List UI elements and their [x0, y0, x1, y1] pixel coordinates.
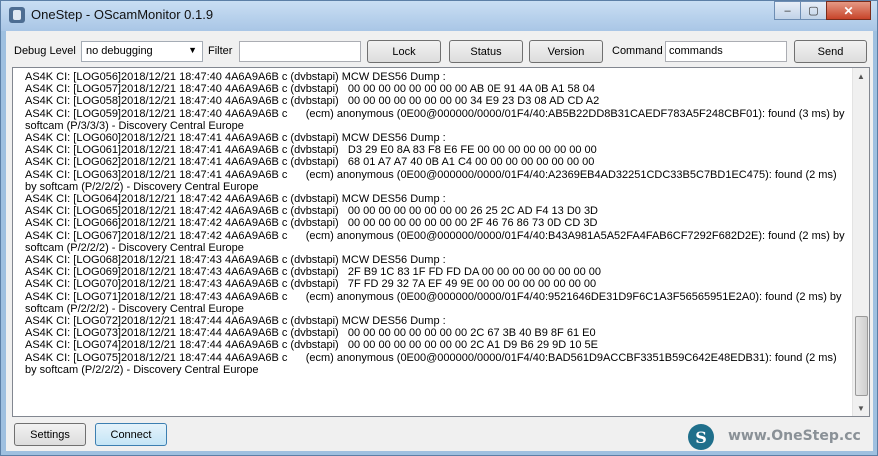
- window-controls: – ▢ ✕: [774, 1, 871, 20]
- status-button[interactable]: Status: [449, 40, 523, 63]
- log-line: AS4K CI: [LOG066]2018/12/21 18:47:42 4A6…: [25, 217, 598, 230]
- filter-input[interactable]: [239, 41, 361, 62]
- lock-button[interactable]: Lock: [367, 40, 441, 63]
- log-line: AS4K CI: [LOG060]2018/12/21 18:47:41 4A6…: [25, 132, 446, 145]
- log-scrollbar[interactable]: ▲ ▼: [852, 68, 869, 416]
- chevron-down-icon: ▼: [188, 45, 197, 55]
- onestep-logo-icon: S: [688, 424, 714, 450]
- log-line: AS4K CI: [LOG072]2018/12/21 18:47:44 4A6…: [25, 315, 446, 328]
- command-label: Command: [612, 45, 663, 57]
- close-button[interactable]: ✕: [826, 1, 871, 20]
- client-area: Debug Level no debugging ▼ Filter Lock S…: [6, 31, 873, 451]
- title-bar[interactable]: OneStep - OScamMonitor 0.1.9 – ▢ ✕: [1, 1, 877, 31]
- app-window: OneStep - OScamMonitor 0.1.9 – ▢ ✕ Debug…: [0, 0, 878, 456]
- log-line: AS4K CI: [LOG065]2018/12/21 18:47:42 4A6…: [25, 205, 598, 218]
- settings-button[interactable]: Settings: [14, 423, 86, 446]
- scroll-thumb[interactable]: [855, 316, 868, 396]
- app-icon: [9, 7, 25, 23]
- log-line: AS4K CI: [LOG058]2018/12/21 18:47:40 4A6…: [25, 95, 600, 108]
- connect-button[interactable]: Connect: [95, 423, 167, 446]
- log-line: AS4K CI: [LOG057]2018/12/21 18:47:40 4A6…: [25, 83, 595, 96]
- log-output[interactable]: AS4K CI: [LOG056]2018/12/21 18:47:40 4A6…: [12, 67, 870, 417]
- log-line: AS4K CI: [LOG062]2018/12/21 18:47:41 4A6…: [25, 156, 595, 169]
- maximize-button[interactable]: ▢: [800, 1, 827, 20]
- window-title: OneStep - OScamMonitor 0.1.9: [31, 7, 214, 22]
- log-line: AS4K CI: [LOG070]2018/12/21 18:47:43 4A6…: [25, 278, 597, 291]
- log-line: AS4K CI: [LOG074]2018/12/21 18:47:44 4A6…: [25, 339, 599, 352]
- toolbar: Debug Level no debugging ▼ Filter Lock S…: [6, 31, 873, 67]
- log-line: AS4K CI: [LOG064]2018/12/21 18:47:42 4A6…: [25, 193, 446, 206]
- version-button[interactable]: Version: [529, 40, 603, 63]
- debug-level-value: no debugging: [86, 45, 153, 57]
- filter-label: Filter: [208, 45, 233, 57]
- bottom-bar: Settings Connect S www.OneStep.cc: [6, 419, 873, 451]
- log-line: AS4K CI: [LOG063]2018/12/21 18:47:41 4A6…: [25, 168, 840, 193]
- log-line: AS4K CI: [LOG067]2018/12/21 18:47:42 4A6…: [25, 229, 848, 254]
- log-line: AS4K CI: [LOG068]2018/12/21 18:47:43 4A6…: [25, 254, 446, 267]
- log-line: AS4K CI: [LOG056]2018/12/21 18:47:40 4A6…: [25, 71, 446, 83]
- minimize-button[interactable]: –: [774, 1, 801, 20]
- onestep-logo-text: www.OneStep.cc: [728, 428, 861, 444]
- log-line: AS4K CI: [LOG069]2018/12/21 18:47:43 4A6…: [25, 266, 602, 279]
- log-lines: AS4K CI: [LOG056]2018/12/21 18:47:40 4A6…: [25, 71, 845, 376]
- scroll-down-icon[interactable]: ▼: [853, 400, 869, 416]
- log-line: AS4K CI: [LOG061]2018/12/21 18:47:41 4A6…: [25, 144, 597, 157]
- command-input[interactable]: commands: [665, 41, 787, 62]
- debug-level-select[interactable]: no debugging ▼: [81, 41, 203, 62]
- log-line: AS4K CI: [LOG071]2018/12/21 18:47:43 4A6…: [25, 290, 845, 315]
- log-line: AS4K CI: [LOG073]2018/12/21 18:47:44 4A6…: [25, 327, 596, 340]
- log-line: AS4K CI: [LOG059]2018/12/21 18:47:40 4A6…: [25, 107, 848, 132]
- debug-level-label: Debug Level: [14, 45, 76, 57]
- send-button[interactable]: Send: [794, 40, 867, 63]
- scroll-up-icon[interactable]: ▲: [853, 68, 869, 84]
- log-line: AS4K CI: [LOG075]2018/12/21 18:47:44 4A6…: [25, 351, 840, 376]
